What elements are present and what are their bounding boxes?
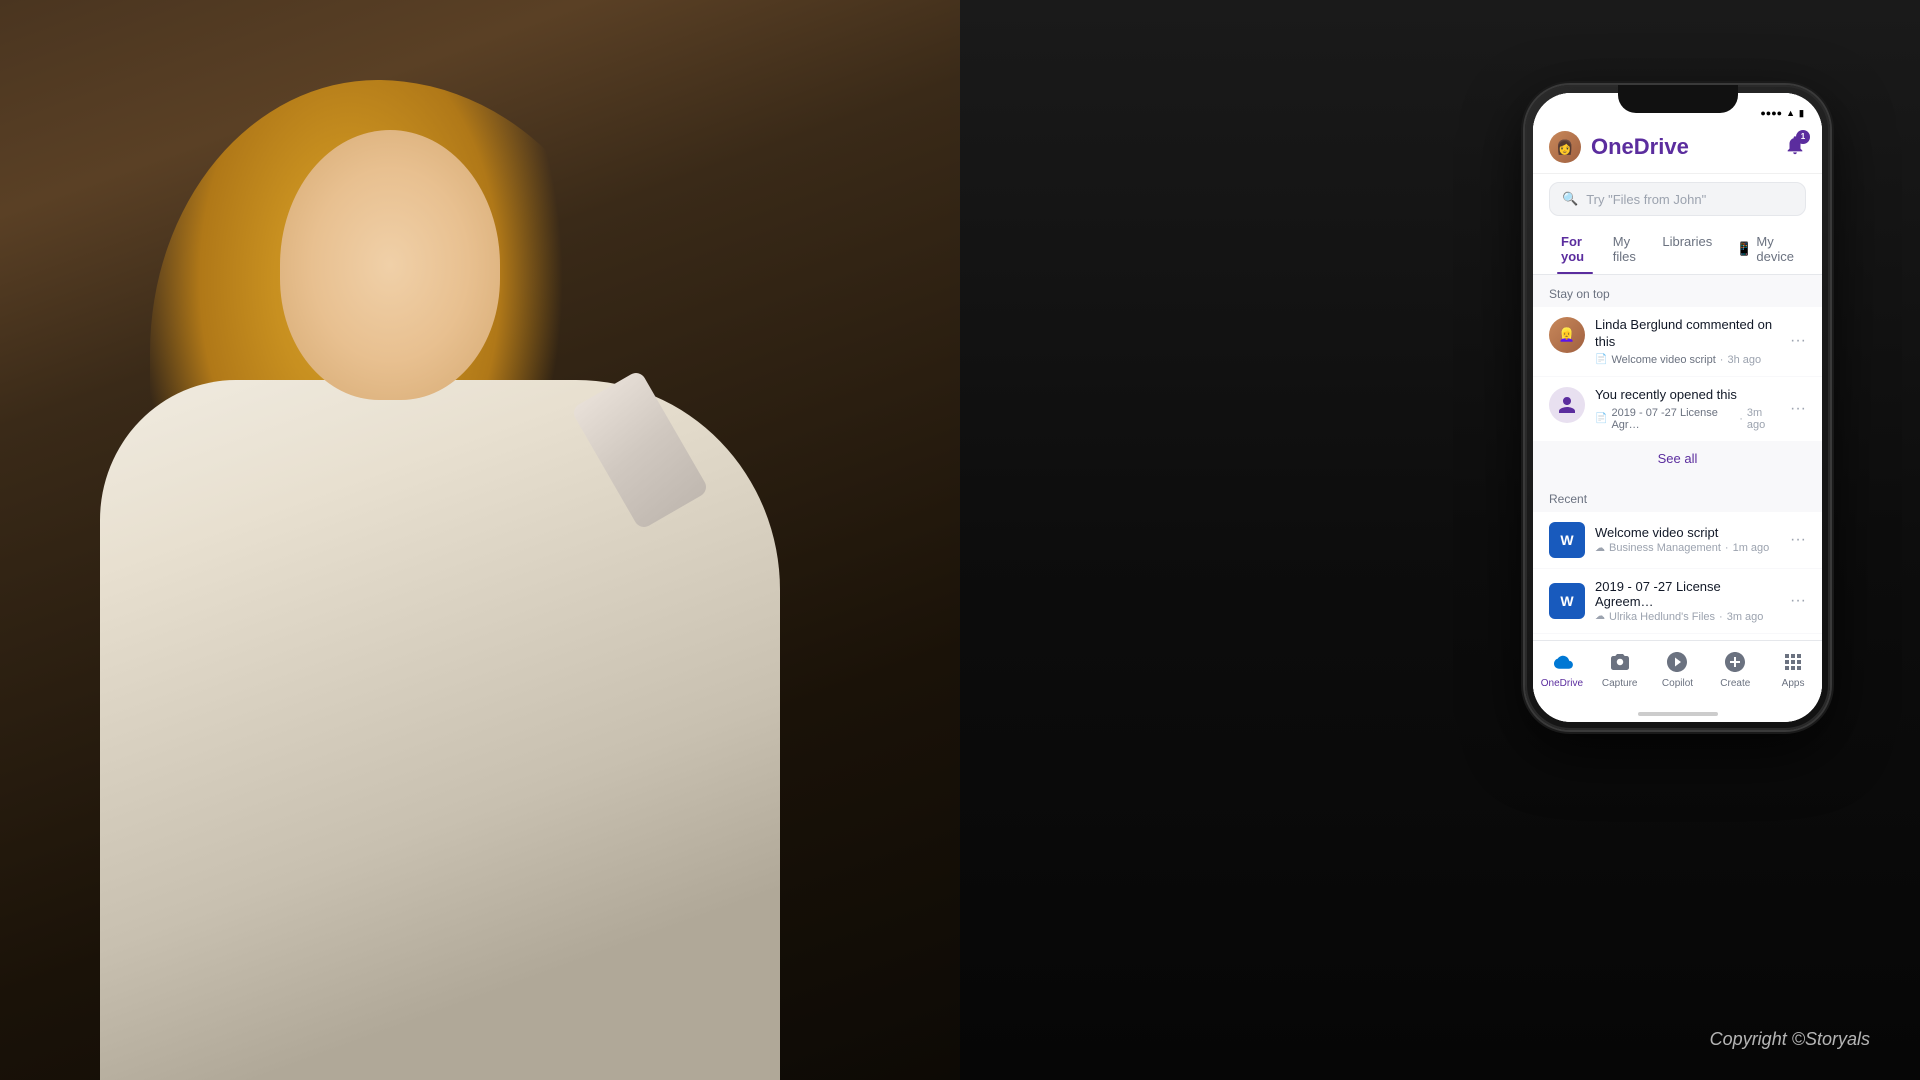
activity-time-val-1: 3m ago [1747, 407, 1780, 431]
recent-meta-0: ☁ Business Management · 1m ago [1595, 542, 1780, 554]
bottom-nav: OneDrive Capture [1533, 640, 1822, 722]
create-nav-icon [1722, 649, 1748, 675]
tabs-row: For you My files Libraries 📱 My device [1533, 226, 1822, 275]
word-icon-0: W [1549, 522, 1585, 558]
recent-label: Recent [1533, 480, 1822, 512]
activity-filename-1: 2019 - 07 -27 License Agr… [1611, 407, 1735, 431]
stay-on-top-label: Stay on top [1533, 275, 1822, 307]
activity-text-1: You recently opened this 📄 2019 - 07 -27… [1595, 387, 1780, 431]
app-title: OneDrive [1591, 134, 1689, 160]
recent-name-0: Welcome video script [1595, 525, 1780, 540]
copilot-nav-icon [1664, 649, 1690, 675]
user-icon [1557, 395, 1577, 415]
signal-icon: ●●●● [1760, 108, 1782, 118]
activity-text-0: Linda Berglund commented on this 📄 Welco… [1595, 317, 1780, 366]
linda-avatar: 👱‍♀ [1549, 317, 1585, 353]
activity-time-1: · [1739, 413, 1743, 425]
user-icon-avatar [1549, 387, 1585, 423]
app-title-row: 👩 OneDrive [1549, 131, 1689, 163]
recent-item-0[interactable]: W Welcome video script ☁ Business Manage… [1533, 512, 1822, 568]
avatar-emoji: 👩 [1556, 139, 1573, 156]
more-options-recent-0[interactable]: ··· [1790, 531, 1806, 549]
see-all-link[interactable]: See all [1658, 451, 1698, 466]
activity-time-val-0: 3h ago [1727, 354, 1761, 366]
recent-name-1: 2019 - 07 -27 License Agreem… [1595, 579, 1780, 609]
activity-item-1[interactable]: You recently opened this 📄 2019 - 07 -27… [1533, 377, 1822, 441]
tab-my-device[interactable]: 📱 My device [1724, 226, 1806, 274]
word-icon-1: W [1549, 583, 1585, 619]
recent-meta-1: ☁ Ulrika Hedlund's Files · 3m ago [1595, 611, 1780, 623]
status-icons: ●●●● ▲ ▮ [1760, 108, 1804, 119]
nav-capture[interactable]: Capture [1598, 649, 1642, 689]
plus-circle-icon [1723, 650, 1747, 674]
activity-item-0[interactable]: 👱‍♀ Linda Berglund commented on this 📄 W… [1533, 307, 1822, 376]
cloud-icon-1: ☁ [1595, 611, 1605, 622]
search-input[interactable]: Try "Files from John" [1586, 192, 1706, 207]
capture-nav-icon [1607, 649, 1633, 675]
nav-create[interactable]: Create [1713, 649, 1757, 689]
camera-icon [1608, 650, 1632, 674]
search-icon: 🔍 [1562, 191, 1578, 207]
activity-time-0: · [1720, 354, 1724, 366]
activity-filename-0: Welcome video script [1611, 354, 1715, 366]
more-options-recent-1[interactable]: ··· [1790, 592, 1806, 610]
device-icon: 📱 [1736, 241, 1752, 257]
nav-copilot[interactable]: Copilot [1655, 649, 1699, 689]
wifi-icon: ▲ [1786, 108, 1795, 118]
recent-time-0: 1m ago [1733, 542, 1770, 554]
recent-location-0: Business Management [1609, 542, 1721, 554]
tab-my-files[interactable]: My files [1601, 226, 1651, 274]
copilot-icon [1665, 650, 1689, 674]
screen-content: ●●●● ▲ ▮ 👩 OneDrive 1 [1533, 93, 1822, 722]
tab-for-you[interactable]: For you [1549, 226, 1601, 274]
home-indicator [1638, 712, 1718, 716]
nav-create-label: Create [1720, 678, 1750, 689]
recent-item-1[interactable]: W 2019 - 07 -27 License Agreem… ☁ Ulrika… [1533, 569, 1822, 633]
nav-apps[interactable]: Apps [1771, 649, 1815, 689]
search-bar: 🔍 Try "Files from John" [1533, 174, 1822, 226]
activity-title-0: Linda Berglund commented on this [1595, 317, 1780, 351]
person-face [280, 130, 500, 400]
more-options-0[interactable]: ··· [1790, 332, 1806, 350]
nav-copilot-label: Copilot [1662, 678, 1693, 689]
recent-info-1: 2019 - 07 -27 License Agreem… ☁ Ulrika H… [1595, 579, 1780, 623]
word-file-icon-1: 📄 [1595, 413, 1607, 424]
battery-icon: ▮ [1799, 108, 1804, 119]
recent-time-1: 3m ago [1727, 611, 1764, 623]
user-avatar[interactable]: 👩 [1549, 131, 1581, 163]
more-options-1[interactable]: ··· [1790, 400, 1806, 418]
word-file-icon-0: 📄 [1595, 354, 1607, 365]
onedrive-icon [1550, 650, 1574, 674]
phone-screen: ●●●● ▲ ▮ 👩 OneDrive 1 [1533, 93, 1822, 722]
notification-badge: 1 [1796, 130, 1810, 144]
onedrive-nav-icon [1549, 649, 1575, 675]
activity-sub-1: 📄 2019 - 07 -27 License Agr… · 3m ago [1595, 407, 1780, 431]
nav-onedrive[interactable]: OneDrive [1540, 649, 1584, 689]
notification-bell-button[interactable]: 1 [1784, 134, 1806, 161]
nav-apps-label: Apps [1782, 678, 1805, 689]
activity-sub-0: 📄 Welcome video script · 3h ago [1595, 354, 1780, 366]
nav-onedrive-label: OneDrive [1541, 678, 1583, 689]
recent-location-1: Ulrika Hedlund's Files [1609, 611, 1715, 623]
apps-nav-icon [1780, 649, 1806, 675]
phone-mockup: ●●●● ▲ ▮ 👩 OneDrive 1 [1525, 85, 1830, 730]
search-input-container[interactable]: 🔍 Try "Files from John" [1549, 182, 1806, 216]
activity-title-1: You recently opened this [1595, 387, 1780, 404]
recent-info-0: Welcome video script ☁ Business Manageme… [1595, 525, 1780, 554]
phone-notch [1618, 85, 1738, 113]
cloud-icon-0: ☁ [1595, 543, 1605, 554]
see-all-container: See all [1533, 442, 1822, 480]
tab-libraries[interactable]: Libraries [1650, 226, 1724, 274]
grid-icon [1781, 650, 1805, 674]
nav-capture-label: Capture [1602, 678, 1638, 689]
copyright-text: Copyright ©Storyals [1710, 1029, 1870, 1050]
